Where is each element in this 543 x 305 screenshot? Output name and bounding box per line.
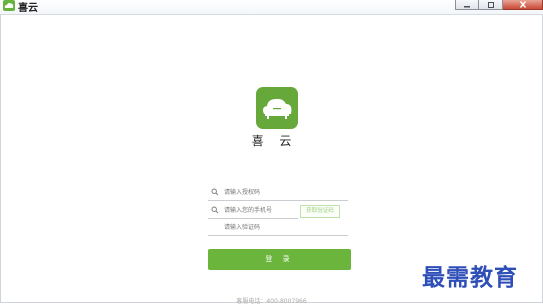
app-cloud-icon (3, 0, 15, 11)
phone-input[interactable] (224, 203, 296, 218)
cloud-sofa-icon (256, 87, 298, 129)
close-button[interactable] (503, 0, 543, 10)
maximize-icon (487, 1, 494, 8)
watermark-text: 最需教育 (422, 264, 518, 291)
get-code-button[interactable]: 获取验证码 (300, 205, 340, 218)
hotline-text: 客服电话：400-8007966 (236, 298, 307, 305)
auth-code-input[interactable] (224, 185, 314, 200)
auth-code-field (208, 185, 348, 201)
verify-code-input[interactable] (224, 220, 314, 235)
search-icon (211, 188, 219, 196)
window-titlebar: 喜云 (0, 0, 543, 14)
login-button[interactable]: 登 录 (208, 249, 351, 270)
verify-code-field (208, 220, 348, 236)
window-title: 喜云 (18, 3, 38, 14)
phone-field (208, 203, 298, 219)
window-controls (455, 0, 543, 10)
minimize-icon (464, 5, 470, 7)
maximize-button[interactable] (479, 0, 503, 10)
app-name: 喜 云 (251, 134, 298, 148)
close-icon (519, 1, 526, 8)
search-icon (211, 206, 219, 214)
minimize-button[interactable] (455, 0, 479, 10)
